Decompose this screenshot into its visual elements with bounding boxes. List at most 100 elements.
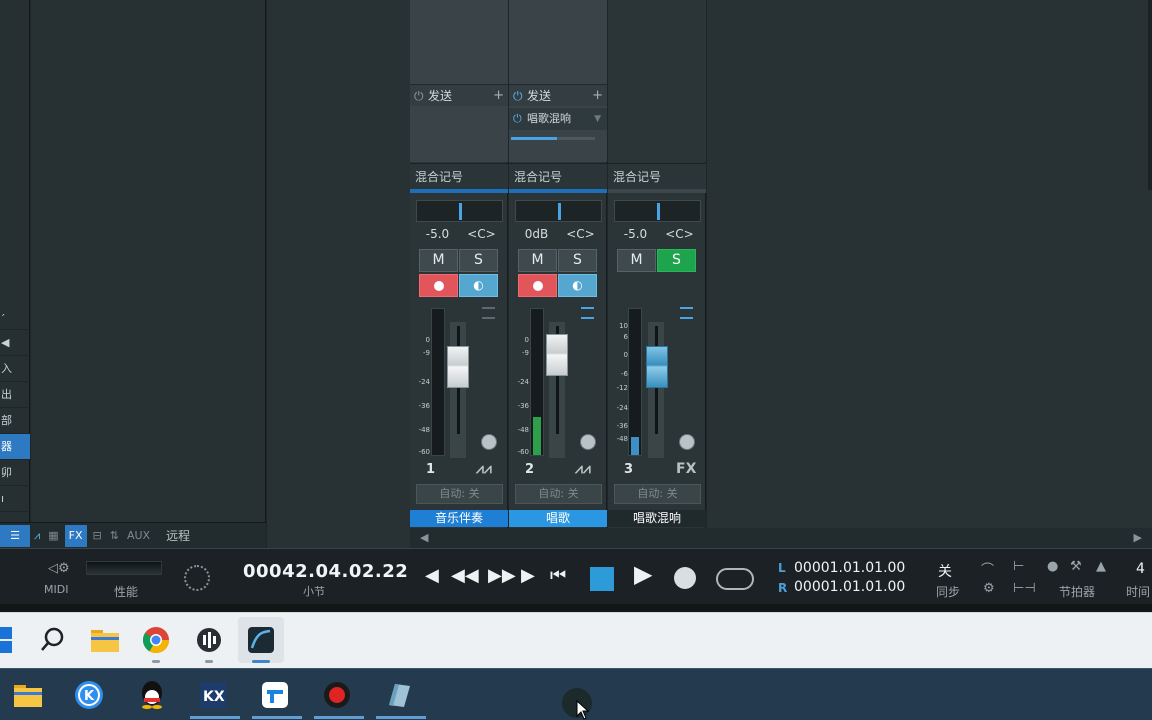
- time-format-label[interactable]: 小节: [303, 583, 325, 599]
- expand-icon[interactable]: [581, 307, 594, 319]
- expand-icon[interactable]: [482, 307, 495, 319]
- volume-fader[interactable]: [546, 334, 568, 376]
- gear-icon[interactable]: ⚙: [983, 581, 995, 596]
- record-arm-button[interactable]: [518, 274, 557, 297]
- left-locator-value[interactable]: 00001.01.01.00: [794, 560, 905, 576]
- remote-button[interactable]: 远程: [162, 525, 194, 547]
- performance-label[interactable]: 性能: [114, 583, 138, 600]
- mute-button[interactable]: M: [419, 249, 458, 272]
- file-explorer-icon[interactable]: [12, 680, 44, 710]
- insert-area[interactable]: [410, 0, 508, 84]
- time-display[interactable]: 00042.04.02.22: [243, 561, 408, 582]
- send-slot-reverb[interactable]: ⏻ 唱歌混响 ▼: [509, 108, 607, 130]
- pan-slider[interactable]: [416, 200, 503, 222]
- notes-icon[interactable]: [384, 680, 414, 710]
- send-slot[interactable]: ⏻ 发送 +: [509, 84, 607, 106]
- side-label-inputs[interactable]: 入: [0, 356, 30, 382]
- side-label-0[interactable]: ׳: [0, 304, 30, 330]
- metronome-icon[interactable]: ▲: [1096, 559, 1106, 574]
- scale-tick: -36: [517, 402, 529, 410]
- channel-name[interactable]: 音乐伴奏: [410, 510, 508, 527]
- studio-one-icon[interactable]: [238, 617, 284, 663]
- windows-start-icon-svg: [0, 627, 12, 653]
- loop-button[interactable]: [716, 568, 754, 590]
- side-label-instruments[interactable]: 器: [0, 434, 30, 460]
- add-send-button[interactable]: +: [493, 85, 504, 107]
- nudge-forward-icon[interactable]: ▶: [521, 565, 535, 587]
- chrome-icon[interactable]: [141, 625, 171, 655]
- click-dot-icon[interactable]: ●: [1047, 559, 1058, 574]
- precount-icon[interactable]: ⌒: [981, 559, 994, 578]
- play-button[interactable]: ▶: [634, 562, 652, 586]
- monitor-button[interactable]: ◐: [459, 274, 498, 297]
- side-label-7[interactable]: ı: [0, 486, 30, 512]
- mute-button[interactable]: M: [518, 249, 557, 272]
- automation-mode[interactable]: 自动: 关: [614, 484, 701, 504]
- power-icon[interactable]: ⏻: [513, 108, 522, 130]
- expand-icon[interactable]: [680, 307, 693, 319]
- monitor-button[interactable]: ◐: [558, 274, 597, 297]
- search-icon[interactable]: [38, 625, 68, 655]
- kx-icon[interactable]: KX: [198, 680, 228, 710]
- solo-button[interactable]: S: [657, 249, 696, 272]
- volume-fader[interactable]: [646, 346, 668, 388]
- channel-name[interactable]: 唱歌: [509, 510, 607, 527]
- bus-toggle-icon[interactable]: ⊟: [89, 525, 106, 547]
- chevron-down-icon[interactable]: ▼: [594, 108, 601, 130]
- folder-icon[interactable]: [89, 625, 121, 655]
- side-label-1[interactable]: ◀: [0, 330, 30, 356]
- power-icon[interactable]: ⏻: [513, 85, 523, 107]
- scroll-left-icon[interactable]: ◀: [420, 531, 428, 544]
- fx-toggle-button[interactable]: FX: [64, 524, 87, 547]
- side-label-external[interactable]: 部: [0, 408, 30, 434]
- insert-area[interactable]: [608, 0, 706, 162]
- autopunch-icon[interactable]: ⊢⊣: [1013, 581, 1036, 596]
- keyboard-toggle-icon[interactable]: ▦: [44, 525, 62, 547]
- record-arm-button[interactable]: [419, 274, 458, 297]
- side-label-outputs[interactable]: 出: [0, 382, 30, 408]
- wrench-icon[interactable]: ⚒: [1070, 559, 1082, 574]
- add-send-button[interactable]: +: [592, 85, 603, 107]
- audio-tool-icon[interactable]: [194, 625, 224, 655]
- kugou-icon[interactable]: K: [74, 680, 104, 710]
- right-locator-value[interactable]: 00001.01.01.00: [794, 579, 905, 595]
- solo-button[interactable]: S: [558, 249, 597, 272]
- fast-forward-icon[interactable]: ▶▶: [488, 565, 516, 587]
- pan-knob[interactable]: [679, 434, 695, 450]
- sync-value[interactable]: 关: [938, 561, 952, 581]
- automation-mode[interactable]: 自动: 关: [515, 484, 602, 504]
- send-slot[interactable]: ⏻ 发送 +: [410, 84, 508, 106]
- solo-button[interactable]: S: [459, 249, 498, 272]
- aux-toggle-button[interactable]: AUX: [123, 525, 154, 547]
- rewind-icon[interactable]: ◀◀: [451, 565, 479, 587]
- right-strip: [1148, 0, 1152, 190]
- vca-toggle-icon[interactable]: ⇅: [106, 525, 123, 547]
- horizontal-scrollbar[interactable]: ◀ ▶: [410, 528, 1152, 548]
- automation-mode[interactable]: 自动: 关: [416, 484, 503, 504]
- stop-button[interactable]: [590, 567, 614, 591]
- list-view-icon[interactable]: ☰: [0, 524, 30, 547]
- channel-name[interactable]: 唱歌混响: [608, 510, 706, 527]
- volume-fader[interactable]: [447, 346, 469, 388]
- mute-button[interactable]: M: [617, 249, 656, 272]
- power-icon[interactable]: ⏻: [414, 85, 424, 107]
- pan-knob[interactable]: [481, 434, 497, 450]
- preroll-icon[interactable]: ⊢: [1013, 559, 1024, 574]
- record-button[interactable]: [674, 567, 696, 589]
- windows-start-icon[interactable]: [0, 625, 14, 655]
- time-signature[interactable]: 4: [1136, 561, 1145, 577]
- tencent-app-icon[interactable]: [260, 680, 290, 710]
- recorder-icon[interactable]: [322, 680, 352, 710]
- insert-area[interactable]: [509, 0, 607, 84]
- side-label-6[interactable]: 卯: [0, 460, 30, 486]
- nudge-back-icon[interactable]: ◀: [425, 565, 439, 587]
- pan-slider[interactable]: [515, 200, 602, 222]
- pan-knob[interactable]: [580, 434, 596, 450]
- midi-label[interactable]: MIDI: [44, 583, 68, 596]
- return-to-start-icon[interactable]: ⏮: [550, 565, 566, 587]
- scroll-right-icon[interactable]: ▶: [1134, 531, 1142, 544]
- instrument-toggle-icon[interactable]: ⩘: [30, 525, 44, 547]
- pan-slider[interactable]: [614, 200, 701, 222]
- qq-icon[interactable]: [137, 680, 167, 710]
- running-indicator: [190, 716, 240, 719]
